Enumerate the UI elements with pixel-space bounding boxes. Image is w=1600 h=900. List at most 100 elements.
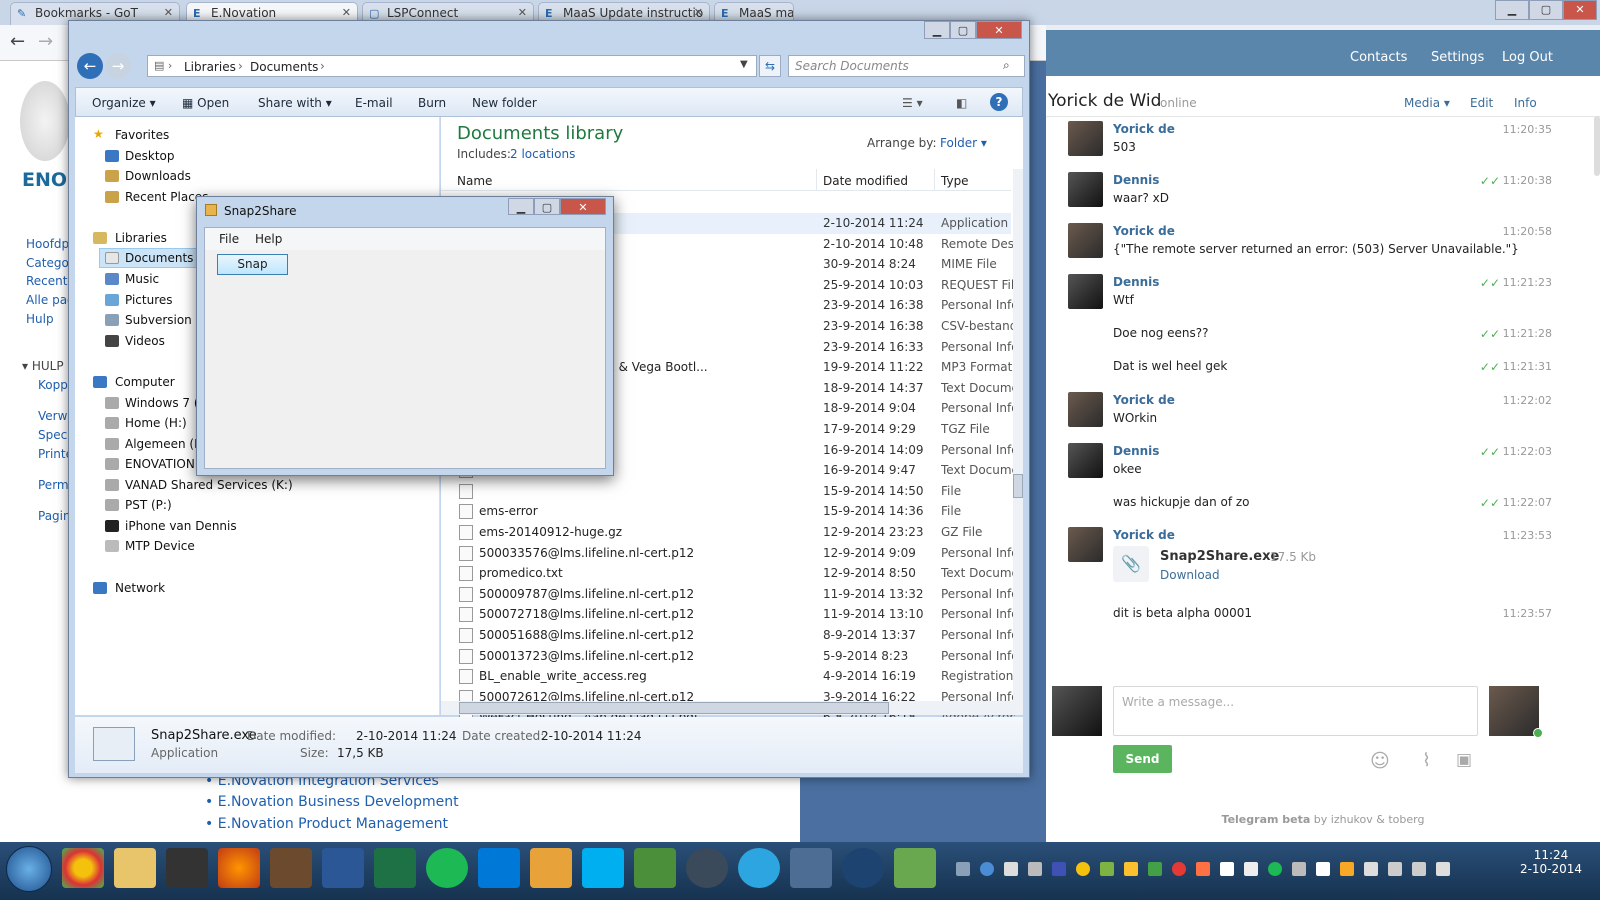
file-row[interactable]: 500009787@lms.lifeline.nl-cert.p12 11-9-2… <box>441 584 1015 605</box>
nav-device[interactable]: MTP Device <box>125 539 195 553</box>
skype-taskbar-icon[interactable] <box>478 848 520 888</box>
clock[interactable]: 11:24 2-10-2014 <box>1516 848 1586 876</box>
avatar[interactable] <box>1068 392 1103 427</box>
app-taskbar-icon[interactable] <box>634 848 676 888</box>
snap2share-taskbar-icon[interactable] <box>894 848 936 888</box>
maximize-button[interactable]: ▢ <box>1529 0 1563 20</box>
file-row[interactable]: 500033576@lms.lifeline.nl-cert.p12 12-9-2… <box>441 543 1015 564</box>
close-button[interactable]: ✕ <box>1563 0 1597 20</box>
minimize-button[interactable]: ▁ <box>1495 0 1529 20</box>
info-link[interactable]: Info <box>1514 96 1537 110</box>
send-button[interactable]: Send <box>1113 745 1172 773</box>
app-taskbar-icon[interactable] <box>842 848 884 888</box>
preview-pane-icon[interactable]: ◧ <box>956 96 967 110</box>
word-taskbar-icon[interactable] <box>322 848 364 888</box>
column-divider[interactable] <box>934 169 935 191</box>
wiki-tool-link[interactable]: Speci <box>38 428 71 442</box>
chat-title[interactable]: Yorick de Wid <box>1048 91 1161 111</box>
message-input[interactable]: Write a message... <box>1113 686 1478 736</box>
avatar[interactable] <box>1068 527 1103 562</box>
attachment-filename[interactable]: Snap2Share.exe <box>1160 549 1279 564</box>
nav-music[interactable]: Music <box>125 272 159 286</box>
scroll-thumb[interactable] <box>1013 474 1023 498</box>
nav-device[interactable]: iPhone van Dennis <box>125 519 237 533</box>
logout-link[interactable]: Log Out <box>1502 50 1553 65</box>
message-author[interactable]: Yorick de <box>1113 393 1175 407</box>
message-author[interactable]: Yorick de <box>1113 528 1175 542</box>
firefox-taskbar-icon[interactable] <box>218 848 260 888</box>
file-row[interactable]: 15-9-2014 14:50 File <box>441 481 1011 502</box>
tray-icon[interactable] <box>1076 862 1090 876</box>
attach-icon[interactable]: ⌇ <box>1422 750 1431 771</box>
explorer-taskbar-icon[interactable] <box>114 848 156 888</box>
message-author[interactable]: Dennis <box>1113 275 1159 289</box>
search-icon[interactable]: ⌕ <box>1003 58 1010 73</box>
view-options-icon[interactable]: ☰ ▾ <box>902 96 923 110</box>
chrome-taskbar-icon[interactable] <box>62 848 104 888</box>
start-button[interactable] <box>6 846 52 892</box>
nav-drive[interactable]: Home (H:) <box>125 416 187 430</box>
nav-pictures[interactable]: Pictures <box>125 293 173 307</box>
maximize-button[interactable]: ▢ <box>534 198 560 215</box>
message-author[interactable]: Dennis <box>1113 173 1159 187</box>
close-tab-icon[interactable]: ✕ <box>518 6 527 19</box>
file-row[interactable]: 500051688@lms.lifeline.nl-cert.p12 8-9-20… <box>441 625 1015 646</box>
tray-icon[interactable] <box>1004 862 1018 876</box>
nav-drive[interactable]: Windows 7 (C <box>125 396 207 410</box>
menu-help[interactable]: Help <box>255 232 282 246</box>
file-row[interactable]: 500072718@lms.lifeline.nl-cert.p12 11-9-2… <box>441 604 1015 625</box>
close-tab-icon[interactable]: ✕ <box>342 6 351 19</box>
chat-scrollbar[interactable] <box>1594 116 1600 176</box>
tray-icon[interactable] <box>1292 862 1306 876</box>
volume-icon[interactable] <box>1436 862 1450 876</box>
skype-taskbar-icon[interactable] <box>582 848 624 888</box>
nav-videos[interactable]: Videos <box>125 334 165 348</box>
tray-icon[interactable] <box>1148 862 1162 876</box>
tray-icon[interactable] <box>1268 862 1282 876</box>
paperclip-icon[interactable]: 📎 <box>1113 546 1149 582</box>
nav-downloads[interactable]: Downloads <box>125 169 191 183</box>
file-row[interactable]: promedico.txt 12-9-2014 8:50 Text Docume <box>441 563 1015 584</box>
emoji-icon[interactable]: ☺ <box>1370 750 1390 772</box>
horizontal-scrollbar[interactable] <box>441 701 1023 715</box>
vertical-scrollbar[interactable] <box>1013 169 1023 701</box>
breadcrumb-libraries[interactable]: Libraries <box>184 60 236 74</box>
app-taskbar-icon[interactable] <box>790 848 832 888</box>
avatar[interactable] <box>1068 274 1103 309</box>
tray-icon[interactable] <box>1364 862 1378 876</box>
tray-icon[interactable] <box>980 862 994 876</box>
file-row[interactable]: BL_enable_write_access.reg 4-9-2014 16:19… <box>441 666 1013 687</box>
scroll-thumb[interactable] <box>459 702 889 714</box>
burn-button[interactable]: Burn <box>418 96 446 110</box>
lock-taskbar-icon[interactable] <box>686 848 728 888</box>
locations-link[interactable]: 2 locations <box>510 147 575 161</box>
search-input[interactable]: Search Documents <box>788 55 1025 77</box>
close-tab-icon[interactable]: ✕ <box>164 6 173 19</box>
nav-favorites[interactable]: Favorites <box>115 128 169 142</box>
forward-arrow-icon[interactable]: → <box>38 31 53 52</box>
nav-drive[interactable]: Algemeen (I:) <box>125 437 206 451</box>
nav-network[interactable]: Network <box>115 581 165 595</box>
wiki-nav-link[interactable]: Hulp <box>26 312 54 326</box>
tray-icon[interactable] <box>1172 862 1186 876</box>
close-tab-icon[interactable]: ✕ <box>694 6 703 19</box>
tray-icon[interactable] <box>1124 862 1138 876</box>
column-type[interactable]: Type <box>941 174 969 188</box>
tray-icon[interactable] <box>1100 862 1114 876</box>
tray-icon[interactable] <box>1028 862 1042 876</box>
download-link[interactable]: Download <box>1160 568 1220 582</box>
new-folder-button[interactable]: New folder <box>472 96 537 110</box>
file-row[interactable]: 500013723@lms.lifeline.nl-cert.p12 5-9-20… <box>441 646 1015 667</box>
wiki-bullet-link[interactable]: • E.Novation Business Development <box>205 794 459 810</box>
wiki-nav-link[interactable]: Recent <box>26 274 67 288</box>
avatar[interactable] <box>1068 223 1103 258</box>
email-button[interactable]: E-mail <box>355 96 393 110</box>
close-button[interactable]: ✕ <box>560 198 606 215</box>
wiki-tool-link[interactable]: Verwi <box>38 409 71 423</box>
outlook-taskbar-icon[interactable] <box>530 848 572 888</box>
dropdown-arrow-icon[interactable]: ▼ <box>740 59 748 70</box>
edit-link[interactable]: Edit <box>1470 96 1493 110</box>
tray-icon[interactable] <box>1244 862 1258 876</box>
column-divider[interactable] <box>816 169 817 191</box>
tray-icon[interactable] <box>1340 862 1354 876</box>
